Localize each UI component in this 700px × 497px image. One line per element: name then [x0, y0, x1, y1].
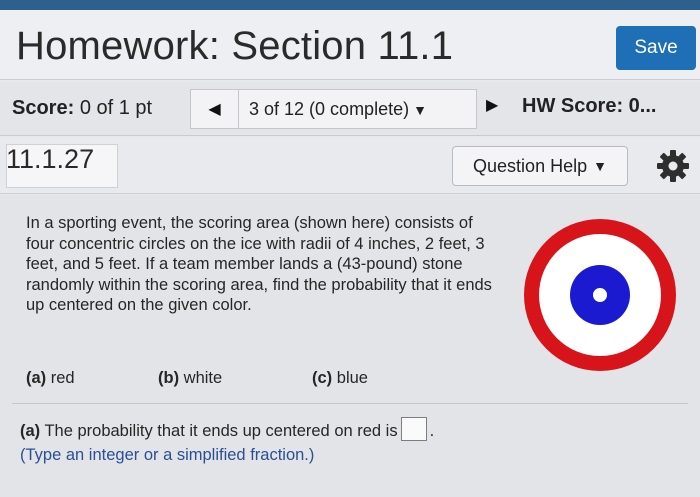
part-c-label: blue	[336, 369, 368, 387]
score-prefix: Score:	[12, 97, 75, 119]
answer-part-letter: (a)	[20, 422, 41, 440]
section-divider	[12, 403, 688, 404]
top-accent-bar	[0, 0, 700, 10]
answer-prompt: The probability that it ends up centered…	[44, 422, 398, 440]
caret-down-icon: ▼	[413, 102, 427, 118]
question-content: In a sporting event, the scoring area (s…	[0, 195, 700, 497]
triangle-left-icon: ◀	[208, 101, 221, 118]
answer-hint: (Type an integer or a simplified fractio…	[20, 446, 315, 464]
caret-down-icon: ▼	[593, 158, 607, 174]
question-header: 11.1.27 Question Help ▼	[0, 138, 700, 194]
hw-score: HW Score: 0...	[522, 95, 657, 117]
question-id: 11.1.27	[6, 144, 95, 174]
scoring-target-image	[524, 219, 676, 371]
save-button[interactable]: Save	[616, 26, 696, 70]
part-a: (a) red	[26, 369, 75, 388]
answer-block: (a) The probability that it ends up cent…	[20, 417, 580, 467]
title-bar: Homework: Section 11.1 Save	[0, 10, 700, 80]
part-b-label: white	[183, 369, 223, 387]
question-select-value: 3 of 12 (0 complete)	[249, 99, 410, 119]
next-question-button[interactable]: ▶	[486, 95, 498, 115]
page-title: Homework: Section 11.1	[16, 24, 454, 68]
triangle-right-icon: ▶	[486, 97, 499, 114]
question-navigator: ◀ 3 of 12 (0 complete) ▼	[190, 89, 477, 129]
target-center-dot	[593, 288, 607, 302]
answer-prompt-line: (a) The probability that it ends up cent…	[20, 417, 580, 443]
score-display: Score: 0 of 1 pt	[12, 97, 152, 120]
question-select-dropdown[interactable]: 3 of 12 (0 complete) ▼	[249, 99, 427, 120]
question-help-label: Question Help	[473, 155, 588, 176]
part-b-letter: (b)	[158, 369, 180, 387]
previous-question-button[interactable]: ◀	[191, 90, 239, 128]
question-help-button[interactable]: Question Help ▼	[452, 146, 628, 186]
parts-list: (a) red (b) white (c) blue	[26, 369, 446, 391]
part-a-letter: (a)	[26, 369, 47, 387]
part-c: (c) blue	[312, 369, 368, 388]
part-a-label: red	[50, 369, 75, 387]
score-value: 0 of 1 pt	[79, 97, 153, 119]
part-c-letter: (c)	[312, 369, 333, 387]
part-b: (b) white	[158, 369, 222, 388]
answer-suffix: .	[429, 422, 435, 440]
answer-input[interactable]	[400, 417, 427, 441]
problem-statement: In a sporting event, the scoring area (s…	[26, 214, 492, 314]
gear-icon[interactable]	[655, 148, 691, 184]
